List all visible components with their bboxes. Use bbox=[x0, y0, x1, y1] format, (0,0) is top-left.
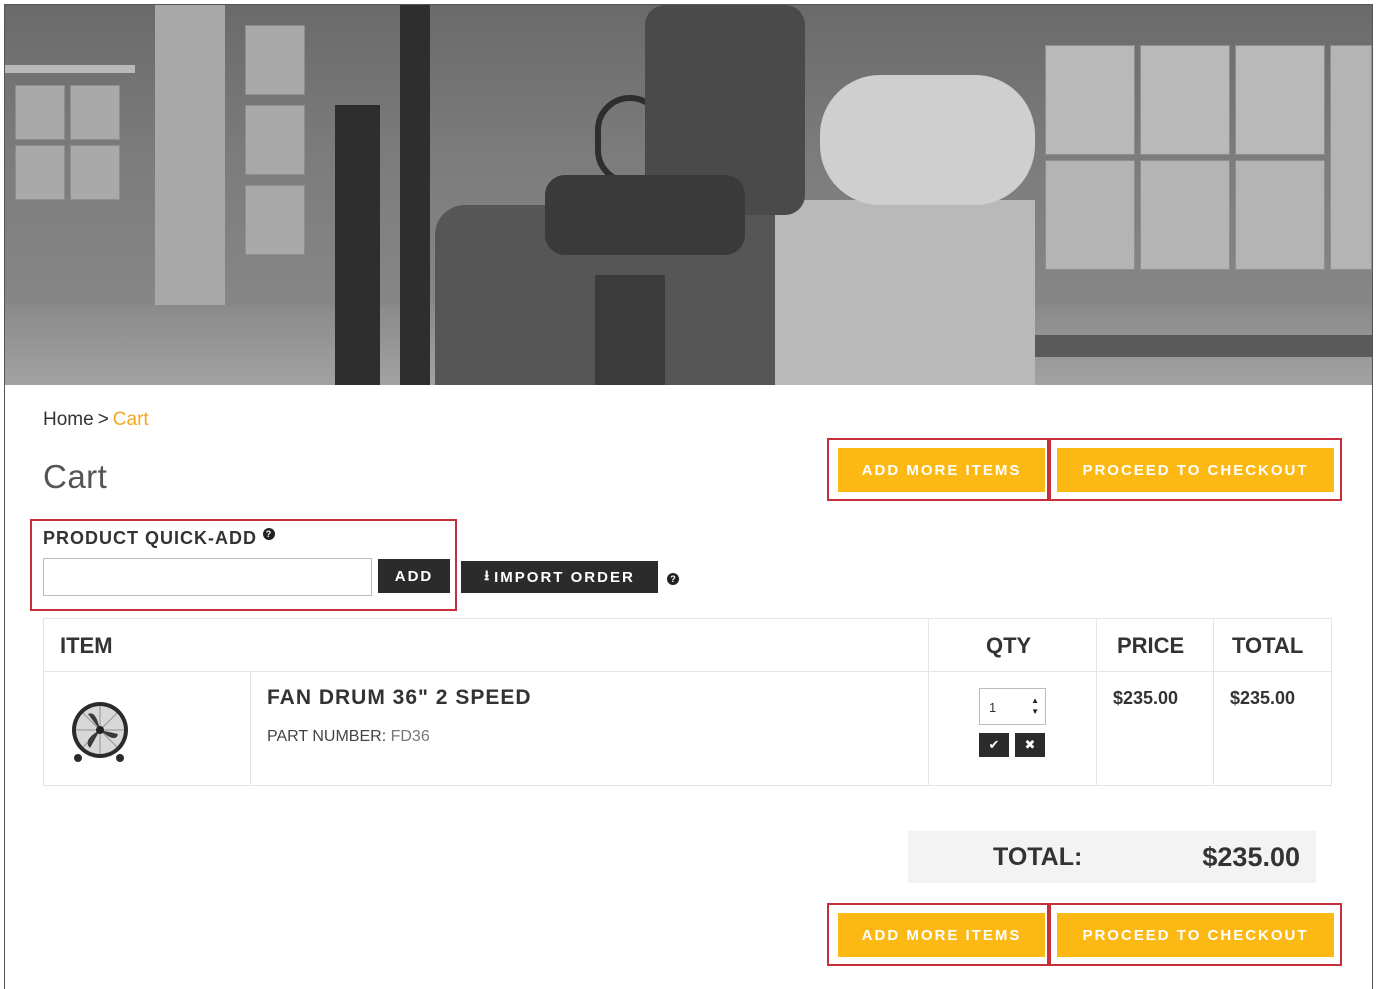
breadcrumb-current[interactable]: Cart bbox=[113, 409, 149, 430]
product-info-cell: FAN DRUM 36" 2 SPEED PART NUMBER: FD36 bbox=[251, 672, 929, 785]
table-header-row: ITEM QTY PRICE TOTAL bbox=[44, 619, 1331, 672]
item-price: $235.00 bbox=[1113, 688, 1179, 708]
quantity-value: 1 bbox=[989, 700, 997, 715]
item-total: $235.00 bbox=[1230, 688, 1296, 708]
update-qty-button[interactable]: ✔ bbox=[979, 733, 1009, 757]
spinner-arrows-icon[interactable]: ▲ ▼ bbox=[1031, 695, 1039, 717]
import-order-button[interactable]: ⭳ IMPORT ORDER bbox=[461, 561, 658, 593]
price-cell: $235.00 bbox=[1097, 672, 1214, 785]
proceed-to-checkout-button-bottom[interactable]: PROCEED TO CHECKOUT bbox=[1057, 913, 1334, 957]
part-number-label: PART NUMBER: bbox=[267, 728, 387, 745]
order-total-value: $235.00 bbox=[1202, 842, 1300, 872]
proceed-to-checkout-button[interactable]: PROCEED TO CHECKOUT bbox=[1057, 448, 1334, 492]
total-header: TOTAL bbox=[1232, 633, 1304, 658]
item-header-cell: ITEM bbox=[44, 619, 929, 671]
breadcrumb-separator: > bbox=[97, 409, 109, 430]
drum-fan-icon[interactable] bbox=[66, 696, 134, 766]
qty-header: QTY bbox=[986, 633, 1032, 658]
import-order-label: IMPORT ORDER bbox=[494, 568, 635, 586]
page-title: Cart bbox=[43, 458, 108, 495]
quantity-stepper[interactable]: 1 ▲ ▼ bbox=[979, 688, 1046, 725]
breadcrumb-home-link[interactable]: Home bbox=[43, 409, 94, 430]
cart-table: ITEM QTY PRICE TOTAL FAN DRUM 36" 2 SPEE… bbox=[43, 618, 1332, 786]
help-icon[interactable]: ? bbox=[263, 528, 276, 540]
order-total-label: TOTAL: bbox=[993, 843, 1083, 871]
quick-add-input[interactable] bbox=[43, 558, 372, 596]
qty-header-cell: QTY bbox=[929, 619, 1097, 671]
total-header-cell: TOTAL bbox=[1214, 619, 1331, 671]
qty-cell: 1 ▲ ▼ ✔ ✖ bbox=[929, 672, 1097, 785]
price-header: PRICE bbox=[1117, 633, 1185, 658]
quick-add-label: PRODUCT QUICK-ADD ? bbox=[43, 528, 276, 549]
remove-item-button[interactable]: ✖ bbox=[1015, 733, 1045, 757]
help-icon[interactable]: ? bbox=[667, 573, 679, 585]
price-header-cell: PRICE bbox=[1097, 619, 1214, 671]
order-total-bar: TOTAL: $235.00 bbox=[908, 831, 1316, 883]
line-total-cell: $235.00 bbox=[1214, 672, 1331, 785]
upload-icon: ⭳ bbox=[484, 567, 492, 583]
add-more-items-button[interactable]: ADD MORE ITEMS bbox=[838, 448, 1045, 492]
quick-add-button[interactable]: ADD bbox=[378, 559, 450, 593]
item-header: ITEM bbox=[60, 633, 113, 658]
table-row: FAN DRUM 36" 2 SPEED PART NUMBER: FD36 1… bbox=[44, 672, 1331, 785]
product-image-cell bbox=[44, 672, 251, 785]
product-name[interactable]: FAN DRUM 36" 2 SPEED bbox=[267, 686, 532, 710]
part-number-value: FD36 bbox=[390, 728, 430, 745]
part-number: PART NUMBER: FD36 bbox=[267, 728, 430, 746]
add-more-items-button-bottom[interactable]: ADD MORE ITEMS bbox=[838, 913, 1045, 957]
hero-banner-image bbox=[5, 5, 1372, 385]
quick-add-label-text: PRODUCT QUICK-ADD bbox=[43, 528, 257, 548]
breadcrumb: Home > Cart bbox=[43, 409, 149, 431]
